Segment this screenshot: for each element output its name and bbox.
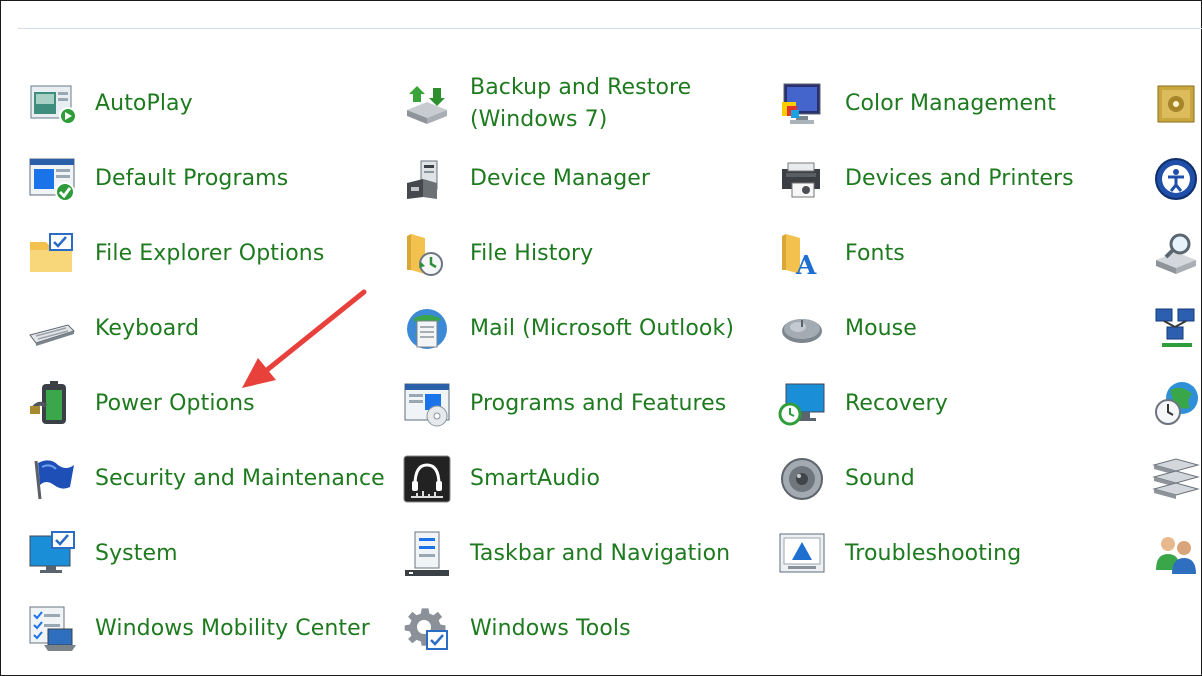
keyboard-icon bbox=[28, 305, 76, 353]
headphones-icon bbox=[403, 455, 451, 503]
mouse-icon bbox=[778, 305, 826, 353]
user-accounts-icon bbox=[1152, 530, 1200, 578]
item-label: Security and Maintenance bbox=[95, 466, 385, 491]
device-manager-icon bbox=[403, 155, 451, 203]
system-icon bbox=[28, 530, 76, 578]
indexing-icon bbox=[1152, 230, 1200, 278]
troubleshooting-icon bbox=[778, 530, 826, 578]
item-label: Color Management bbox=[845, 91, 1056, 116]
taskbar-icon bbox=[403, 530, 451, 578]
fonts-icon: A bbox=[778, 230, 826, 278]
item-label: File Explorer Options bbox=[95, 241, 325, 266]
item-label: Windows Mobility Center bbox=[95, 616, 370, 641]
item-label: Power Options bbox=[95, 391, 255, 416]
windows-tools-icon bbox=[403, 605, 451, 653]
item-label: Recovery bbox=[845, 391, 948, 416]
safe-icon bbox=[1152, 80, 1200, 128]
item-label: Sound bbox=[845, 466, 915, 491]
item-label: File History bbox=[470, 241, 594, 266]
color-management-icon bbox=[778, 80, 826, 128]
programs-features-icon bbox=[403, 380, 451, 428]
mobility-center-icon bbox=[28, 605, 76, 653]
item-label: Windows Tools bbox=[470, 616, 631, 641]
item-label: System bbox=[95, 541, 178, 566]
default-programs-icon bbox=[28, 155, 76, 203]
mail-icon bbox=[403, 305, 451, 353]
item-label: Troubleshooting bbox=[845, 541, 1022, 566]
devices-printers-icon bbox=[778, 155, 826, 203]
ease-of-access-icon bbox=[1152, 155, 1200, 203]
autoplay-icon bbox=[28, 80, 76, 128]
file-history-icon bbox=[403, 230, 451, 278]
item-label: Devices and Printers bbox=[845, 166, 1074, 191]
network-icon bbox=[1152, 305, 1200, 353]
item-label: Device Manager bbox=[470, 166, 651, 191]
svg-text:A: A bbox=[795, 251, 817, 278]
power-options-icon bbox=[28, 380, 76, 428]
backup-restore-icon bbox=[403, 80, 451, 128]
item-label-line2: (Windows 7) bbox=[470, 107, 608, 132]
speaker-icon bbox=[778, 455, 826, 503]
item-label: Fonts bbox=[845, 241, 905, 266]
header-divider bbox=[18, 28, 1202, 29]
item-label: Backup and Restore bbox=[470, 75, 692, 100]
item-label: SmartAudio bbox=[470, 466, 601, 491]
folder-options-icon bbox=[28, 230, 76, 278]
storage-spaces-icon bbox=[1152, 455, 1200, 503]
item-label: Programs and Features bbox=[470, 391, 727, 416]
item-label: AutoPlay bbox=[95, 91, 193, 116]
item-label: Mouse bbox=[845, 316, 917, 341]
security-flag-icon bbox=[28, 455, 76, 503]
item-label: Mail (Microsoft Outlook) bbox=[470, 316, 735, 341]
item-label: Keyboard bbox=[95, 316, 200, 341]
recovery-icon bbox=[778, 380, 826, 428]
item-label: Default Programs bbox=[95, 166, 289, 191]
date-time-icon bbox=[1152, 380, 1200, 428]
item-label: Taskbar and Navigation bbox=[470, 541, 731, 566]
